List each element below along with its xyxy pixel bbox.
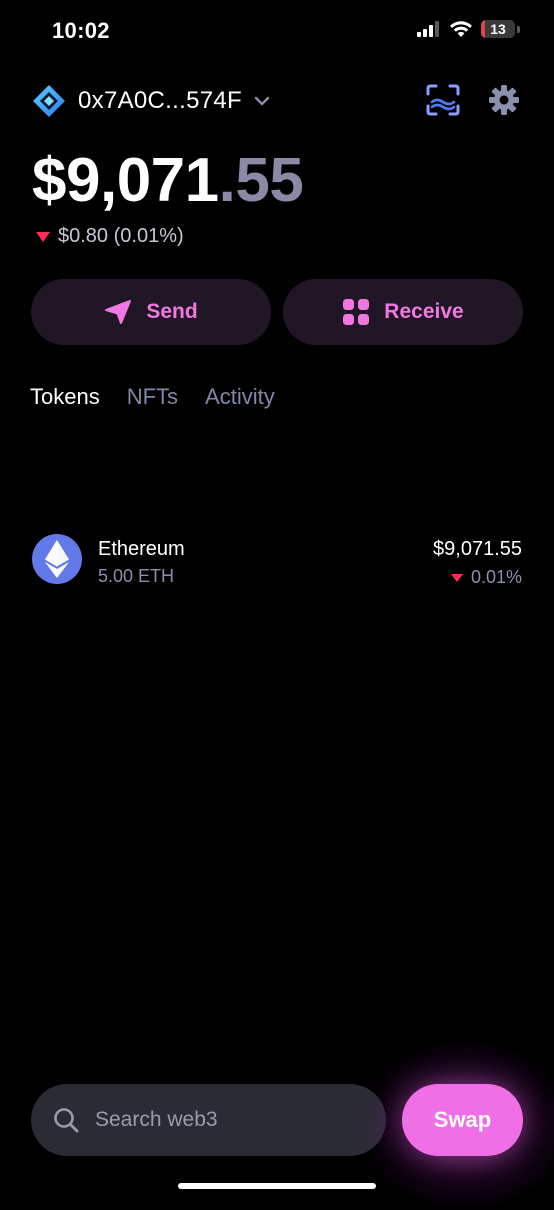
status-time: 10:02 [52, 18, 110, 43]
cellular-signal-icon [417, 21, 439, 37]
balance-change-text: $0.80 (0.01%) [58, 225, 184, 247]
battery-cap [517, 25, 520, 33]
token-row[interactable]: Ethereum 5.00 ETH $9,071.55 0.01% [32, 534, 522, 588]
wallet-logo-icon [33, 85, 65, 117]
receive-label: Receive [384, 300, 464, 323]
ethereum-icon [32, 534, 82, 584]
home-indicator[interactable] [178, 1183, 376, 1189]
gear-icon[interactable] [488, 84, 520, 116]
send-label: Send [146, 300, 198, 323]
balance-change: $0.80 (0.01%) [36, 225, 184, 248]
receive-button[interactable]: Receive [283, 279, 523, 345]
triangle-down-icon [36, 231, 50, 242]
balance-decimal: .55 [218, 146, 304, 215]
tab-nfts[interactable]: NFTs [127, 384, 178, 410]
status-icons: 13 [417, 20, 520, 38]
account-selector[interactable]: 0x7A0C...574F [32, 84, 270, 118]
tab-activity[interactable]: Activity [205, 384, 275, 410]
account-address[interactable]: 0x7A0C...574F [78, 87, 242, 115]
send-button[interactable]: Send [31, 279, 271, 345]
search-bar[interactable] [31, 1084, 386, 1156]
swap-button[interactable]: Swap [402, 1084, 523, 1156]
tab-tokens[interactable]: Tokens [30, 384, 100, 410]
portfolio-balance: $9,071.55 [32, 145, 304, 216]
asset-tabs: Tokens NFTs Activity [30, 384, 275, 410]
search-input[interactable] [93, 1107, 347, 1133]
balance-whole: $9,071 [32, 146, 219, 215]
scan-qr-icon[interactable] [426, 84, 460, 116]
wifi-icon [450, 21, 472, 37]
token-name: Ethereum [98, 538, 185, 560]
battery-fill [481, 20, 486, 38]
send-icon [105, 300, 132, 324]
search-icon [54, 1108, 79, 1133]
token-value: $9,071.55 [433, 538, 522, 560]
battery-level: 13 [490, 21, 506, 37]
triangle-down-icon [450, 573, 463, 582]
token-change: 0.01% [450, 567, 522, 588]
token-change-text: 0.01% [470, 567, 522, 587]
token-amount: 5.00 ETH [98, 566, 175, 586]
battery-indicator: 13 [481, 20, 515, 38]
chevron-down-icon[interactable] [254, 96, 270, 106]
header-actions [426, 84, 520, 116]
receive-grid-icon [343, 299, 370, 325]
